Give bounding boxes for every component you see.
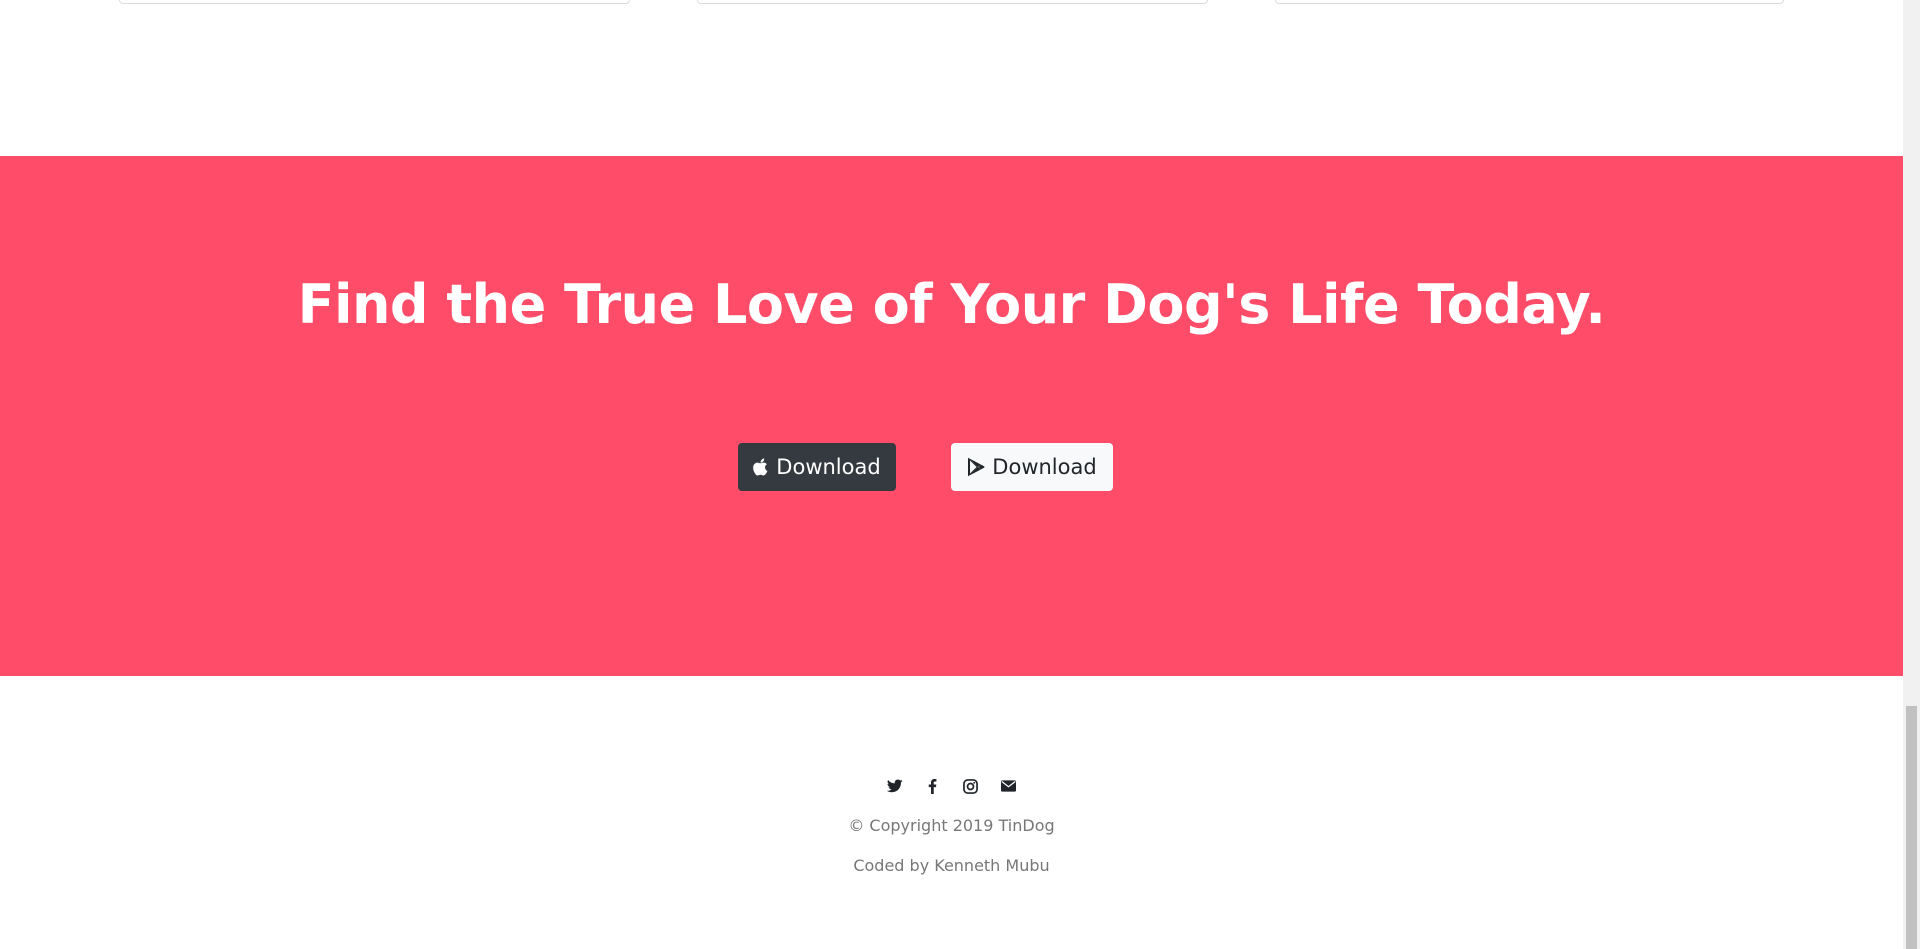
copyright-text: © Copyright 2019 TinDog [848,816,1055,835]
feature-card-bottom-edge [119,0,630,4]
google-play-download-label: Download [992,455,1097,479]
feature-card-bottom-edge [1275,0,1784,4]
apple-download-button[interactable]: Download [738,443,896,491]
google-play-icon [967,457,985,477]
feature-card-bottom-edge [697,0,1208,4]
apple-icon [753,458,769,476]
google-play-download-button[interactable]: Download [951,443,1113,491]
credit-text: Coded by Kenneth Mubu [853,856,1050,875]
facebook-icon[interactable] [923,776,943,796]
cta-title: Find the True Love of Your Dog's Life To… [297,273,1606,336]
vertical-scrollbar[interactable] [1903,0,1920,949]
scrollbar-thumb[interactable] [1906,706,1917,949]
twitter-icon[interactable] [885,776,905,796]
envelope-icon[interactable] [999,776,1019,796]
page: Find the True Love of Your Dog's Life To… [0,0,1903,949]
social-icons [0,776,1903,796]
browser-viewport: Find the True Love of Your Dog's Life To… [0,0,1920,949]
apple-download-label: Download [776,455,881,479]
instagram-icon[interactable] [961,776,981,796]
call-to-action-section [0,156,1903,676]
